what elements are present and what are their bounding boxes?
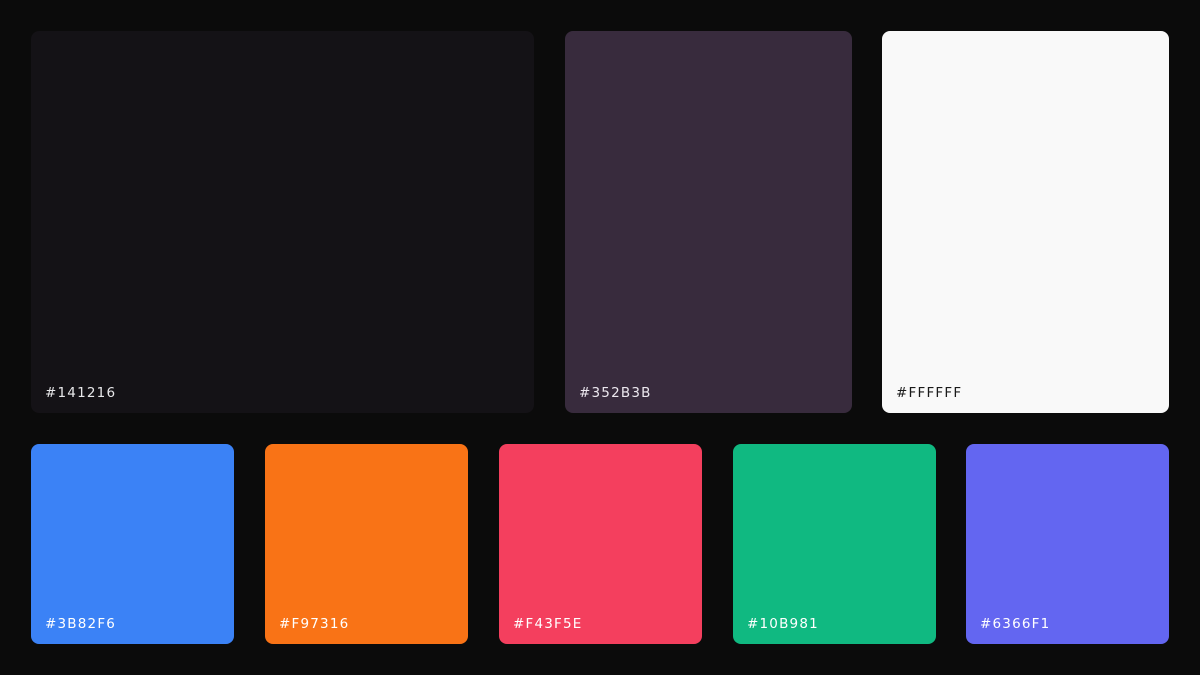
swatch-hex-label: #10B981: [747, 616, 819, 632]
swatch-3b82f6[interactable]: #3B82F6: [31, 444, 234, 644]
swatch-hex-label: #F97316: [279, 616, 350, 632]
swatch-6366f1[interactable]: #6366F1: [966, 444, 1169, 644]
swatch-hex-label: #FFFFFF: [896, 385, 963, 401]
swatch-hex-label: #141216: [45, 385, 117, 401]
swatch-ffffff[interactable]: #FFFFFF: [882, 31, 1169, 413]
swatch-hex-label: #352B3B: [579, 385, 652, 401]
swatch-f43f5e[interactable]: #F43F5E: [499, 444, 702, 644]
swatch-352b3b[interactable]: #352B3B: [565, 31, 852, 413]
swatch-f97316[interactable]: #F97316: [265, 444, 468, 644]
swatch-10b981[interactable]: #10B981: [733, 444, 936, 644]
swatch-141216[interactable]: #141216: [31, 31, 534, 413]
swatch-hex-label: #3B82F6: [45, 616, 117, 632]
swatch-hex-label: #6366F1: [980, 616, 1051, 632]
swatch-hex-label: #F43F5E: [513, 616, 583, 632]
color-palette: #141216 #352B3B #FFFFFF #3B82F6 #F97316 …: [0, 0, 1200, 675]
